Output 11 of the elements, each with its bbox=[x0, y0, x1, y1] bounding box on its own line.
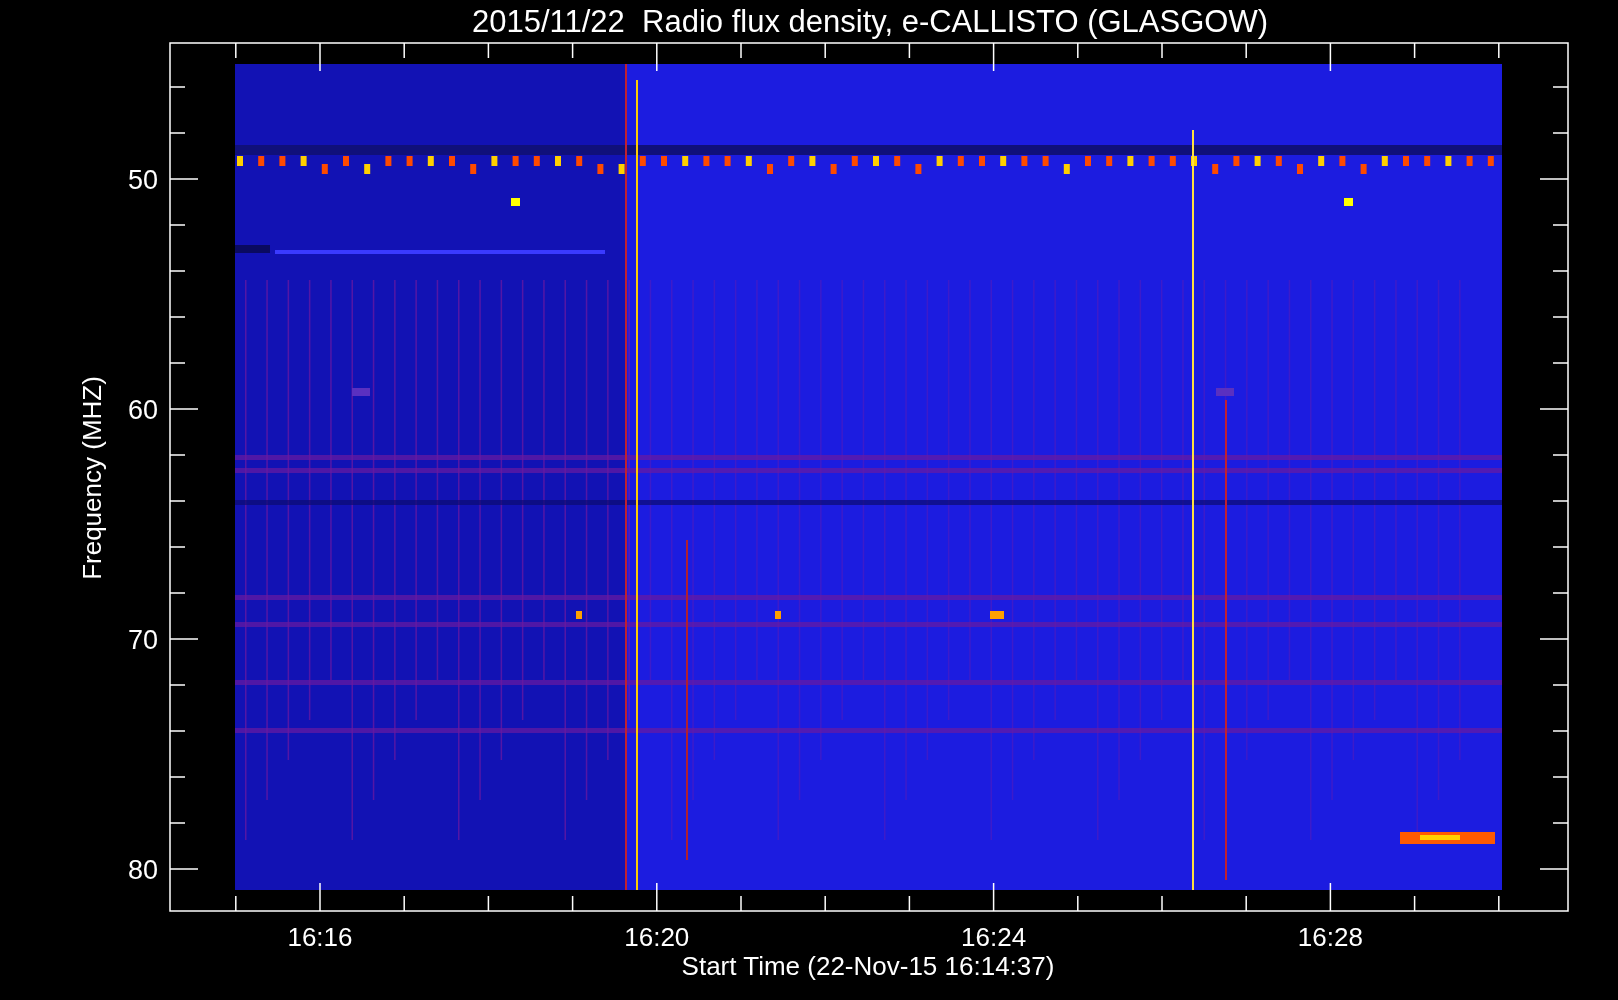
chart-title: 2015/11/22 Radio flux density, e-CALLISTO (GLASGOW) bbox=[472, 4, 1268, 39]
y-tick-label: 60 bbox=[127, 395, 158, 425]
x-tick-label: 16:20 bbox=[624, 922, 690, 952]
y-tick-label: 80 bbox=[127, 855, 158, 885]
x-tick-label: 16:16 bbox=[287, 922, 353, 952]
x-tick-label: 16:24 bbox=[961, 922, 1027, 952]
x-tick-label: 16:28 bbox=[1297, 922, 1363, 952]
x-axis-label: Start Time (22-Nov-15 16:14:37) bbox=[681, 951, 1055, 981]
y-tick-label: 50 bbox=[127, 165, 158, 195]
y-tick-label: 70 bbox=[127, 625, 158, 655]
y-axis-label: Frequency (MHZ) bbox=[77, 376, 107, 580]
